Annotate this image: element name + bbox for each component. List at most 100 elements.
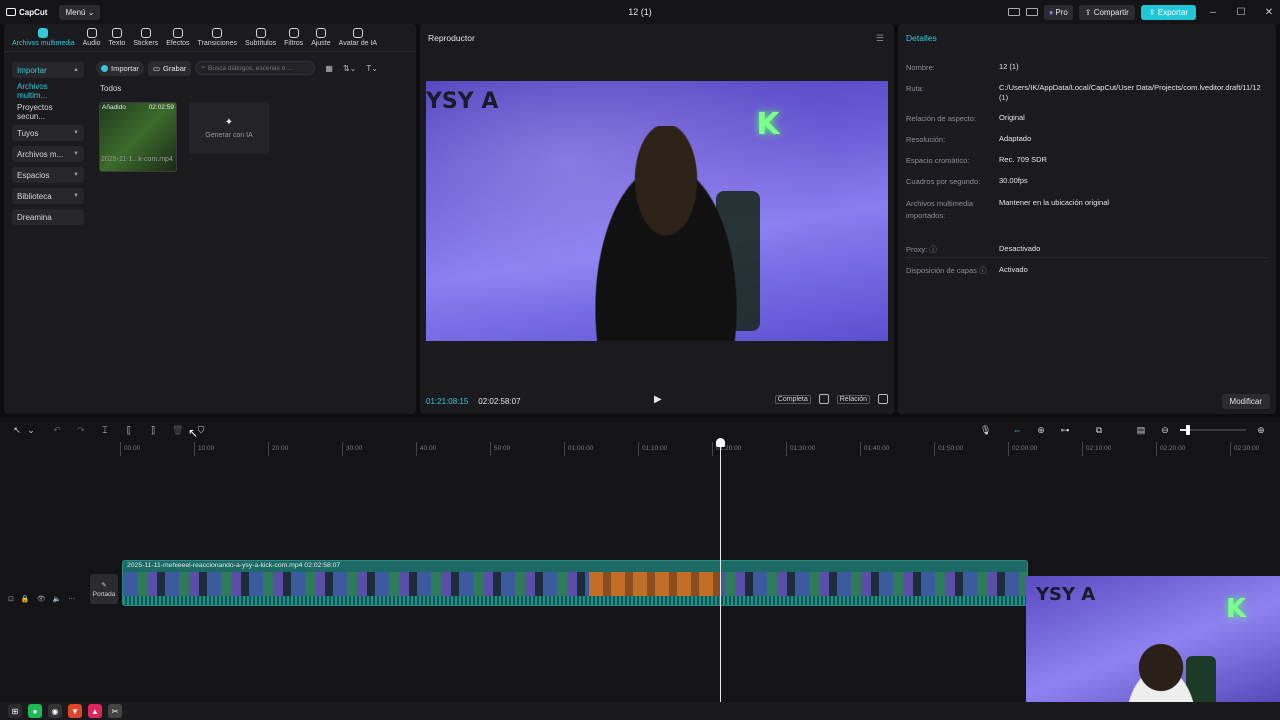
tab-transitions[interactable]: Transiciones [194, 28, 241, 51]
sidebar-item-import[interactable]: Importar ▲ [12, 62, 84, 78]
select-tool-icon[interactable]: ↖ [12, 425, 22, 435]
cover-button[interactable]: ✎ Portada [90, 574, 118, 604]
detail-value: Activado [999, 265, 1028, 274]
tab-adjust[interactable]: Ajuste [307, 28, 334, 51]
sidebar-item-media-archive[interactable]: Archivos m... ▼ [12, 146, 84, 162]
tab-filters[interactable]: Filtros [280, 28, 307, 51]
redo-icon[interactable]: ↷ [76, 425, 86, 435]
sidebar-item-spaces[interactable]: Espacios ▼ [12, 167, 84, 183]
lock-icon[interactable]: 🔒 [21, 595, 30, 603]
detail-key: Espacio cromático: [906, 156, 970, 165]
info-icon[interactable]: ⓘ [979, 266, 987, 275]
tab-effects[interactable]: Efectos [162, 28, 193, 51]
ruler-tick-label: 40:00 [420, 445, 437, 452]
mouse-cursor-icon: ↖ [188, 426, 199, 440]
video-preview[interactable]: YSY A K [426, 81, 888, 341]
capcut-window: CapCut Menú ⌄ 12 (1) ♦ Pro ⇪ Compartir ⇪… [0, 0, 1280, 720]
zoom-handle[interactable] [1186, 425, 1190, 435]
import-button[interactable]: Importar [96, 60, 144, 76]
sidebar-item-label: Proyectos secun... [17, 103, 53, 121]
capcut-taskbar-icon[interactable]: ✂ [108, 704, 122, 718]
obs-icon[interactable]: ◉ [48, 704, 62, 718]
play-icon[interactable]: ▶ [654, 394, 662, 405]
split-icon[interactable]: ⌶ [100, 425, 110, 435]
chevron-down-icon: ▼ [73, 130, 79, 136]
info-icon[interactable]: ⓘ [929, 245, 937, 254]
start-icon[interactable]: ⊞ [8, 704, 22, 718]
zoom-out-icon[interactable]: ⊖ [1160, 425, 1170, 435]
sidebar-item-sub-projects[interactable]: Proyectos secun... [12, 103, 84, 121]
tab-stickers[interactable]: Stickers [129, 28, 162, 51]
tab-label: Efectos [166, 40, 190, 47]
search-input[interactable]: ⌕ Busca diálogos, escenas o ... [195, 61, 316, 75]
caption-icon[interactable]: ▤ [1136, 425, 1146, 435]
chevron-down-icon[interactable]: ⌄ [26, 425, 36, 435]
trim-right-icon[interactable]: ⟧ [148, 425, 158, 435]
pro-button[interactable]: ♦ Pro [1043, 4, 1073, 20]
playhead-line[interactable] [720, 440, 721, 702]
trim-left-icon[interactable]: ⟦ [124, 425, 134, 435]
wall-sign-left: YSY A [1036, 584, 1096, 605]
link-icon[interactable]: ⇔ [1012, 425, 1022, 435]
generate-ai-button[interactable]: ✦ Generar con IA [189, 102, 269, 154]
detail-key: Disposición de capas ⓘ [906, 265, 999, 277]
sidebar-item-media-files[interactable]: Archivos multim... [12, 82, 84, 100]
detail-value: Rec. 709 SDR [999, 155, 1047, 164]
chevron-up-icon: ▲ [73, 67, 79, 73]
layout-icon[interactable] [1007, 8, 1020, 16]
detail-row-path: Ruta: C:/Users/IK/AppData/Local/CapCut/Us… [906, 83, 1268, 103]
complete-button[interactable]: Completa [774, 394, 811, 404]
clip-filmstrip [123, 572, 1027, 598]
tab-media[interactable]: Archivos multimedia [8, 28, 79, 51]
zoom-in-icon[interactable]: ⊕ [1256, 425, 1266, 435]
eye-icon[interactable]: 👁 [37, 595, 46, 603]
tab-ai-avatar[interactable]: Avatar de IA [335, 28, 381, 51]
record-button[interactable]: ▭ Grabar [147, 60, 192, 76]
filter-icon[interactable]: T⌄ [366, 64, 378, 73]
volume-icon[interactable]: 🔈 [52, 595, 61, 603]
tab-subtitles[interactable]: Subtítulos [241, 28, 280, 51]
microphone-icon[interactable]: 🎙 [980, 425, 991, 435]
modify-button[interactable]: Modificar [1221, 394, 1270, 409]
fullscreen-icon[interactable] [878, 394, 888, 404]
sidebar-item-library[interactable]: Biblioteca ▼ [12, 188, 84, 204]
diamond-icon: ♦ [1048, 7, 1054, 17]
tab-text[interactable]: Texto [105, 28, 130, 51]
sort-icon[interactable]: ⇅⌄ [343, 64, 356, 73]
linkage-icon[interactable]: ⊶ [1060, 425, 1070, 435]
delete-icon[interactable]: 🗑 [172, 425, 183, 435]
track-lock-icon[interactable]: ⊡ [8, 595, 14, 603]
shortcut-icon[interactable] [1025, 8, 1038, 16]
share-button[interactable]: ⇪ Compartir [1078, 4, 1135, 20]
track-header: ⊡ 🔒 👁 🔈 ⋯ [8, 576, 88, 622]
grid-view-icon[interactable]: ▦ [325, 64, 333, 73]
preview-axis-icon[interactable]: ⧉ [1094, 425, 1104, 435]
detail-value: 12 (1) [999, 62, 1019, 71]
close-icon[interactable]: ✕ [1258, 7, 1280, 18]
export-button[interactable]: ⇪ Exportar [1140, 4, 1196, 20]
maximize-icon[interactable]: ☐ [1230, 7, 1252, 18]
timeline-ruler[interactable]: 00:00 10:00 20:00 30:00 40:00 50:00 01:00:00 01… [120, 442, 1280, 456]
menu-button[interactable]: Menú ⌄ [59, 4, 101, 20]
sidebar-item-dreamina[interactable]: Dreamina [12, 209, 84, 225]
minimize-icon[interactable]: – [1202, 7, 1224, 18]
tab-audio[interactable]: Audio [79, 28, 105, 51]
more-icon[interactable]: ⋯ [68, 595, 75, 603]
sidebar-item-label: Biblioteca [17, 191, 52, 201]
hamburger-icon[interactable]: ☰ [876, 33, 884, 44]
screenshot-icon[interactable] [818, 394, 829, 404]
brave-icon[interactable]: ▼ [68, 704, 82, 718]
app-icon[interactable]: ▲ [88, 704, 102, 718]
zoom-slider[interactable] [1180, 425, 1246, 435]
ruler-tick: 01:50:00 [934, 442, 963, 456]
ratio-button[interactable]: Relación [836, 394, 870, 404]
video-clip[interactable]: 2025-11-11-mehieeel-reaccionando-a-ysy-a… [122, 560, 1028, 606]
record-label: Grabar [163, 63, 187, 73]
undo-icon[interactable]: ↶ [52, 425, 62, 435]
details-title: Detalles [906, 33, 937, 43]
player-controls: 01:21:08:15 02:02:58:07 ▶ Completa Relac… [426, 394, 888, 408]
sidebar-item-yours[interactable]: Tuyos ▼ [12, 125, 84, 141]
snap-icon[interactable]: ⊕ [1036, 425, 1046, 435]
spotify-icon[interactable]: ● [28, 704, 42, 718]
playhead-handle[interactable] [716, 438, 725, 447]
